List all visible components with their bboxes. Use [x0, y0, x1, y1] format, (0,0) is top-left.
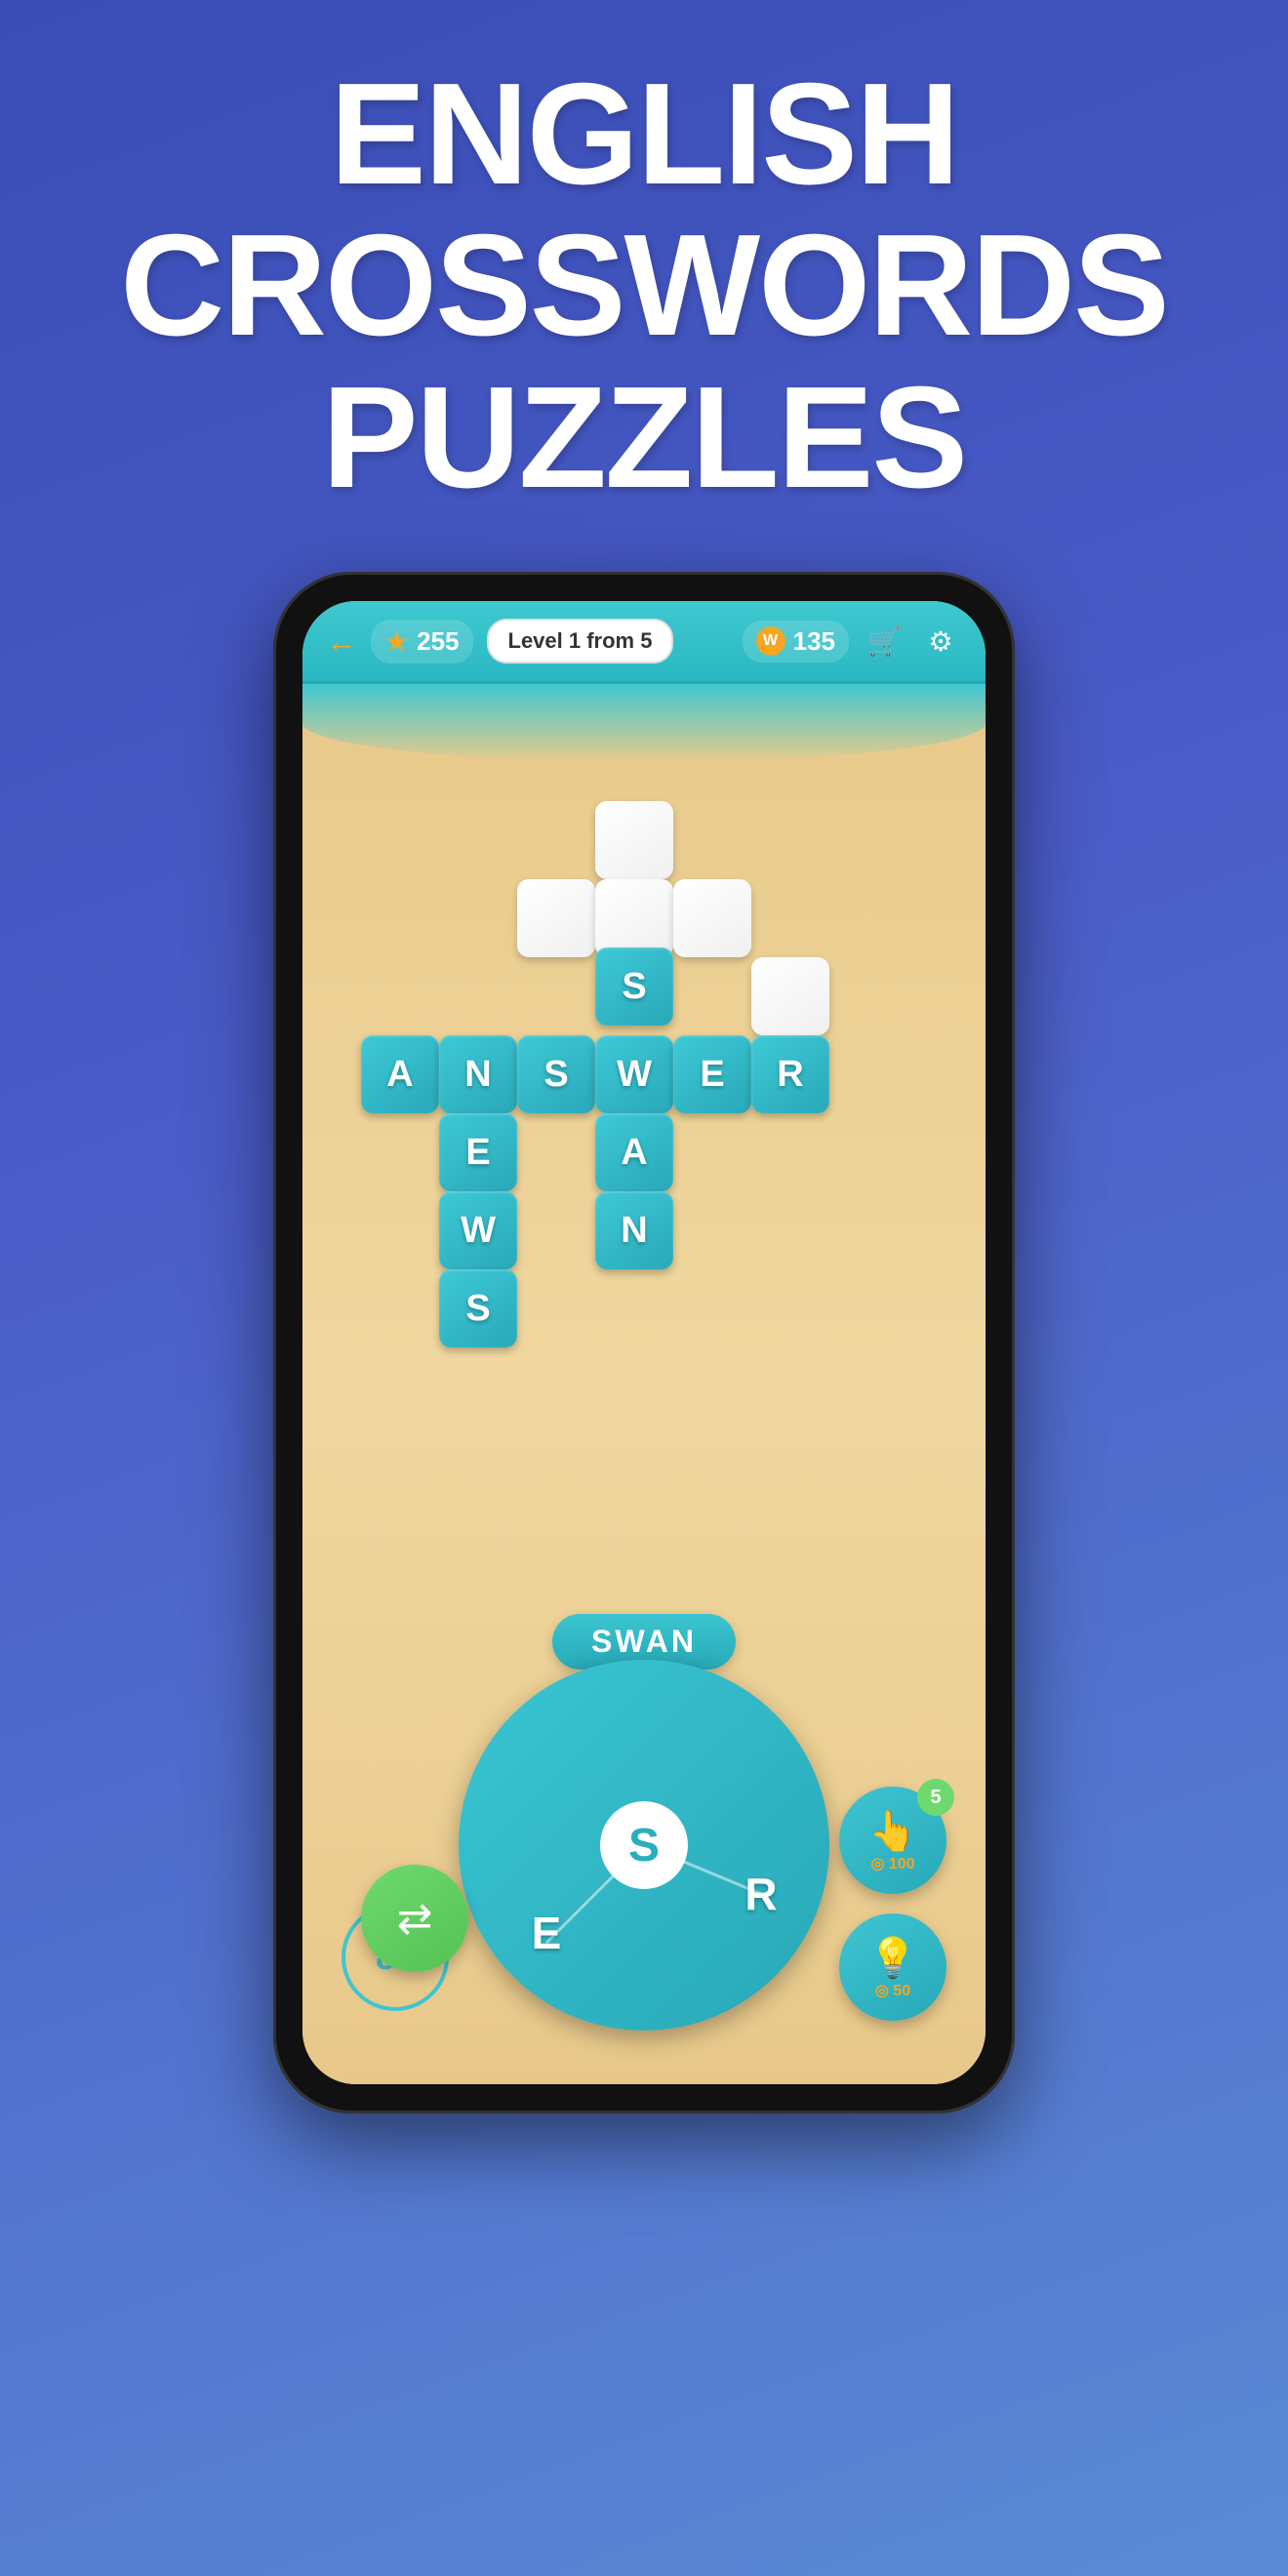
blank-cell-3	[673, 879, 751, 957]
phone-device: ← ★ 255 Level 1 from 5 W 135 🛒 ⚙	[273, 572, 1015, 2113]
crossword-container: S A N S W E R E W S A N	[361, 743, 927, 1289]
cell-w2: W	[439, 1191, 517, 1269]
stars-count: 255	[417, 626, 459, 657]
coins-badge: W 135	[743, 621, 849, 663]
cart-button[interactable]: 🛒	[863, 620, 906, 663]
cell-e2: E	[439, 1113, 517, 1191]
cell-n2: N	[595, 1191, 673, 1269]
cell-s3: S	[439, 1269, 517, 1348]
refresh-button[interactable]: ⇄	[361, 1865, 468, 1972]
blank-cell-4	[751, 957, 829, 1035]
cell-w: W	[595, 1035, 673, 1113]
stars-badge: ★ 255	[371, 620, 473, 664]
hand-icon: 👆	[868, 1808, 917, 1854]
coin-icon: W	[756, 626, 785, 656]
crossword-grid: S A N S W E R E W S A N	[361, 743, 927, 1289]
settings-button[interactable]: ⚙	[919, 620, 962, 663]
main-title: ENGLISH CROSSWORDS PUZZLES	[39, 59, 1249, 513]
refresh-icon: ⇄	[397, 1894, 433, 1944]
lightbulb-icon: 💡	[868, 1935, 917, 1981]
wheel-letter-r[interactable]: R	[722, 1855, 800, 1933]
title-section: ENGLISH CROSSWORDS PUZZLES	[0, 0, 1288, 552]
back-button[interactable]: ←	[326, 624, 357, 660]
wheel-center-letter: S	[600, 1801, 688, 1889]
level-badge: Level 1 from 5	[487, 619, 674, 664]
hint-button-1[interactable]: 5 👆 ◎ 100	[839, 1787, 946, 1894]
hint-cost-badge: 5	[917, 1779, 954, 1816]
cell-s-above: S	[595, 947, 673, 1026]
wheel-letter-e[interactable]: E	[507, 1894, 585, 1972]
game-header: ← ★ 255 Level 1 from 5 W 135 🛒 ⚙	[302, 601, 986, 684]
blank-cell-1	[517, 879, 595, 957]
blank-cell-top	[595, 801, 673, 879]
game-area: S A N S W E R E W S A N	[302, 684, 986, 2084]
coins-count: 135	[793, 626, 835, 657]
phone-wrapper: ← ★ 255 Level 1 from 5 W 135 🛒 ⚙	[0, 572, 1288, 2113]
blank-cell-2	[595, 879, 673, 957]
cell-a2: A	[595, 1113, 673, 1191]
hint2-cost-text: ◎ 50	[875, 1981, 910, 2000]
cell-a: A	[361, 1035, 439, 1113]
hint-button-2[interactable]: 💡 ◎ 50	[839, 1913, 946, 2021]
hint-cost-text: ◎ 100	[870, 1854, 914, 1873]
cell-r: R	[751, 1035, 829, 1113]
cell-n: N	[439, 1035, 517, 1113]
star-icon: ★	[384, 625, 409, 658]
cell-s-answer: S	[517, 1035, 595, 1113]
letter-wheel[interactable]: S E R	[459, 1660, 829, 2031]
cell-e: E	[673, 1035, 751, 1113]
header-right: W 135 🛒 ⚙	[743, 620, 962, 663]
header-left: ← ★ 255 Level 1 from 5	[326, 619, 673, 664]
phone-screen: ← ★ 255 Level 1 from 5 W 135 🛒 ⚙	[302, 601, 986, 2084]
